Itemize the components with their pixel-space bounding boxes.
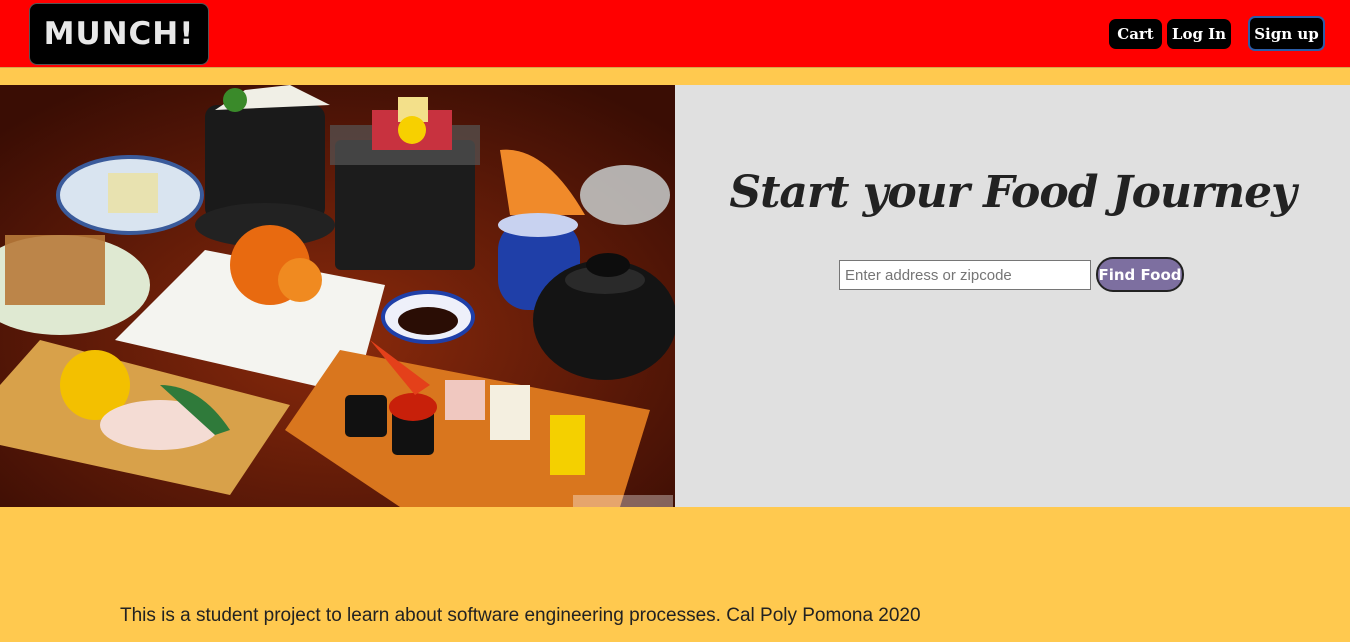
page-title: Start your Food Journey xyxy=(729,167,1296,218)
search-panel: Start your Food Journey Find Food xyxy=(675,85,1350,507)
hero-section: Start your Food Journey Find Food xyxy=(0,85,1350,507)
cart-button[interactable]: Cart xyxy=(1109,19,1162,49)
navbar: MUNCH! Cart Log In Sign up xyxy=(0,0,1350,68)
food-platter-image xyxy=(0,85,675,507)
logo-text: MUNCH! xyxy=(43,16,195,52)
munch-logo[interactable]: MUNCH! xyxy=(29,3,209,65)
food-illustration xyxy=(0,85,675,507)
footer-text: This is a student project to learn about… xyxy=(120,605,921,626)
signup-button[interactable]: Sign up xyxy=(1248,16,1325,51)
find-food-button[interactable]: Find Food xyxy=(1096,257,1184,292)
address-input[interactable] xyxy=(839,260,1091,290)
login-button[interactable]: Log In xyxy=(1167,19,1231,49)
